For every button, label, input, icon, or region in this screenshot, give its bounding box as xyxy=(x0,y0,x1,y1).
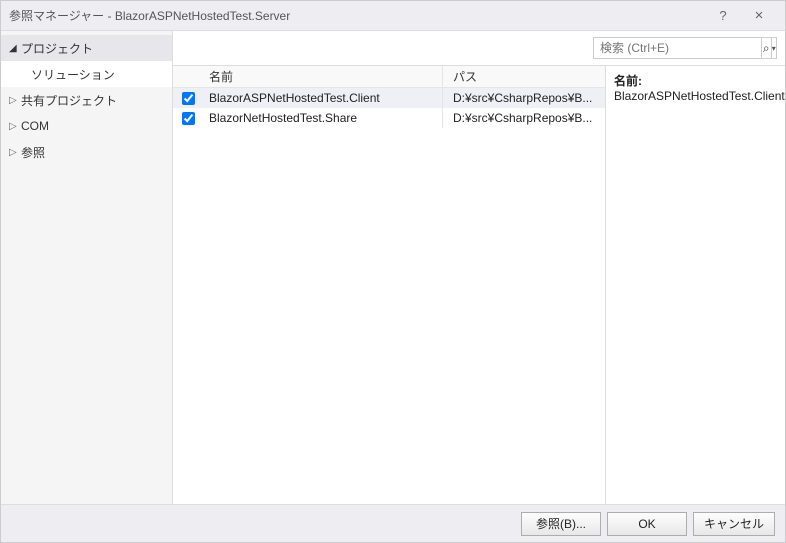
sidebar-sub-label: ソリューション xyxy=(31,66,115,83)
browse-button[interactable]: 参照(B)... xyxy=(521,512,601,536)
sidebar: ◢ プロジェクト ソリューション ▷ 共有プロジェクト ▷ COM ▷ 参照 xyxy=(1,31,173,504)
sidebar-item-label: 共有プロジェクト xyxy=(21,92,117,109)
chevron-right-icon: ▷ xyxy=(9,121,21,132)
search-icon[interactable]: ⌕ xyxy=(761,38,771,58)
list-rows: BlazorASPNetHostedTest.Client D:¥src¥Csh… xyxy=(173,88,605,504)
column-headers: 名前 パス xyxy=(173,66,605,88)
titlebar: 参照マネージャー - BlazorASPNetHostedTest.Server… xyxy=(1,1,785,31)
search-input[interactable] xyxy=(594,38,761,58)
sidebar-item-shared[interactable]: ▷ 共有プロジェクト xyxy=(1,87,172,113)
chevron-right-icon: ▷ xyxy=(9,147,21,158)
cancel-button[interactable]: キャンセル xyxy=(693,512,775,536)
sidebar-item-com[interactable]: ▷ COM xyxy=(1,113,172,139)
list-split: 名前 パス BlazorASPNetHostedTest.Client D:¥s… xyxy=(173,65,785,504)
details-pane: 名前: BlazorASPNetHostedTest.Client xyxy=(605,65,785,504)
chevron-right-icon: ▷ xyxy=(9,95,21,106)
details-name-value: BlazorASPNetHostedTest.Client xyxy=(614,89,777,103)
sidebar-item-project[interactable]: ◢ プロジェクト xyxy=(1,35,172,61)
list-area: 名前 パス BlazorASPNetHostedTest.Client D:¥s… xyxy=(173,65,605,504)
table-row[interactable]: BlazorNetHostedTest.Share D:¥src¥CsharpR… xyxy=(173,108,605,128)
content: ◢ プロジェクト ソリューション ▷ 共有プロジェクト ▷ COM ▷ 参照 ⌕… xyxy=(1,31,785,504)
window-title: 参照マネージャー - BlazorASPNetHostedTest.Server xyxy=(9,7,705,24)
details-name-label: 名前: xyxy=(614,72,777,89)
row-name: BlazorASPNetHostedTest.Client xyxy=(203,88,443,108)
help-button[interactable]: ? xyxy=(705,8,741,23)
sidebar-item-label: 参照 xyxy=(21,144,45,161)
ok-button[interactable]: OK xyxy=(607,512,687,536)
row-path: D:¥src¥CsharpRepos¥B... xyxy=(443,108,605,128)
chevron-down-icon: ◢ xyxy=(9,43,21,54)
table-row[interactable]: BlazorASPNetHostedTest.Client D:¥src¥Csh… xyxy=(173,88,605,108)
search-row: ⌕ ▾ xyxy=(173,31,785,65)
footer: 参照(B)... OK キャンセル xyxy=(1,504,785,542)
search-dropdown-icon[interactable]: ▾ xyxy=(771,38,777,58)
row-checkbox[interactable] xyxy=(182,92,195,105)
path-column-header[interactable]: パス xyxy=(443,66,605,87)
close-button[interactable]: × xyxy=(741,7,777,24)
row-checkbox[interactable] xyxy=(182,112,195,125)
name-column-header[interactable]: 名前 xyxy=(203,66,443,87)
sidebar-item-label: プロジェクト xyxy=(21,40,93,57)
sidebar-sub-solution[interactable]: ソリューション xyxy=(1,61,172,87)
sidebar-item-browse[interactable]: ▷ 参照 xyxy=(1,139,172,165)
row-name: BlazorNetHostedTest.Share xyxy=(203,108,443,128)
main: ⌕ ▾ 名前 パス BlazorASPNetHostedTest.Client … xyxy=(173,31,785,504)
search-box: ⌕ ▾ xyxy=(593,37,777,59)
row-path: D:¥src¥CsharpRepos¥B... xyxy=(443,88,605,108)
sidebar-item-label: COM xyxy=(21,119,49,133)
